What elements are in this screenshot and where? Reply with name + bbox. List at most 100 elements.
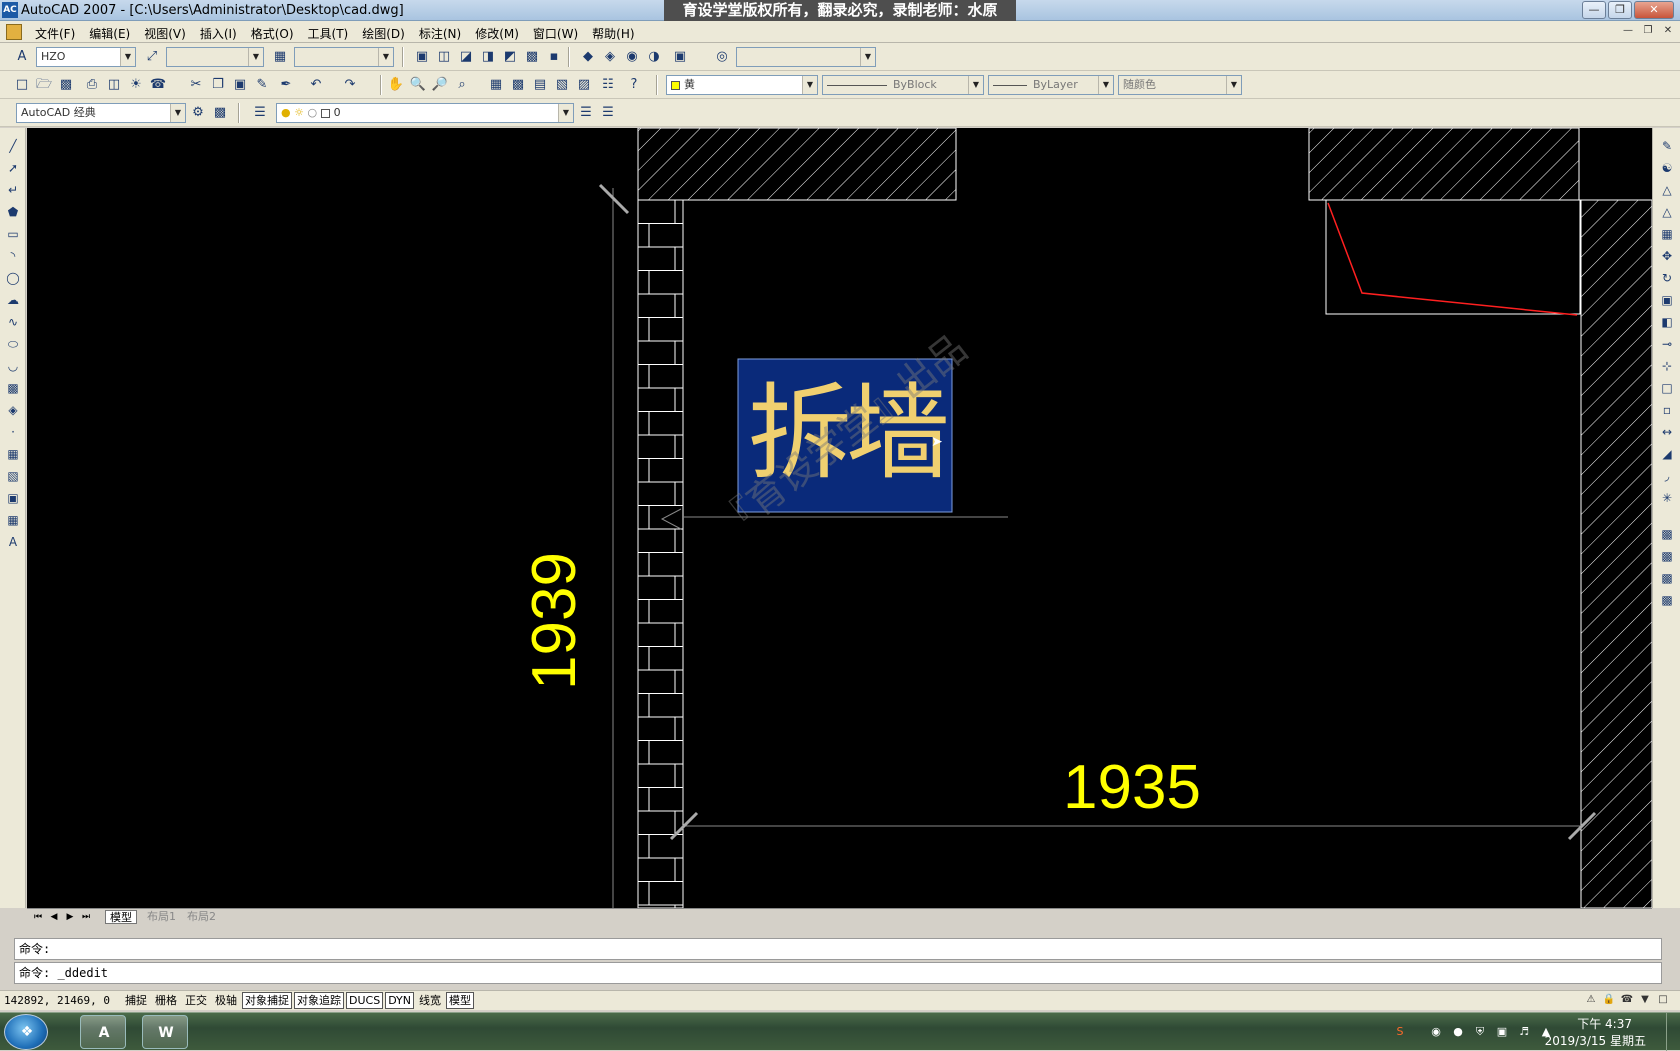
clean-screen-icon[interactable]: □ <box>1656 993 1670 1007</box>
erase-icon[interactable]: ✎ <box>1657 136 1677 156</box>
undo-icon[interactable]: ↶ <box>306 75 326 95</box>
menu-dimension[interactable]: 标注(N) <box>412 23 468 44</box>
table-icon[interactable]: ▦ <box>3 510 23 530</box>
point-icon[interactable]: · <box>3 422 23 442</box>
print-icon[interactable]: ⎙ <box>82 75 102 95</box>
first-tab-icon[interactable]: ⏮ <box>31 911 45 923</box>
sogou-input-icon[interactable]: S <box>1392 1024 1408 1040</box>
copy-icon[interactable]: ❐ <box>208 75 228 95</box>
restore-button[interactable]: ❐ <box>1608 1 1632 19</box>
design-center-icon[interactable]: ▩ <box>508 75 528 95</box>
pan-icon[interactable]: ✋ <box>386 75 406 95</box>
menu-tools[interactable]: 工具(T) <box>301 23 356 44</box>
document-icon[interactable] <box>6 24 22 40</box>
ellipse-icon[interactable]: ⬭ <box>3 334 23 354</box>
ellipse-arc-icon[interactable]: ◡ <box>3 356 23 376</box>
arc-icon[interactable]: ◝ <box>3 246 23 266</box>
break-at-point-icon[interactable]: □ <box>1657 378 1677 398</box>
make-block-icon[interactable]: ◈ <box>3 400 23 420</box>
lineweight-combo[interactable]: ByLayer ▼ <box>988 75 1114 95</box>
array-icon[interactable]: ▦ <box>1657 224 1677 244</box>
publish-icon[interactable]: ☀ <box>126 75 146 95</box>
menu-edit[interactable]: 编辑(E) <box>82 23 137 44</box>
workspace-settings-icon[interactable]: ⚙ <box>188 103 208 123</box>
menu-insert[interactable]: 插入(I) <box>193 23 244 44</box>
cut-icon[interactable]: ✂ <box>186 75 206 95</box>
show-desktop-button[interactable] <box>1666 1013 1680 1051</box>
coordinate-readout[interactable]: 142892, 21469, 0 <box>4 993 114 1009</box>
osnap-toggle[interactable]: 对象捕捉 <box>242 992 292 1009</box>
dim-style-icon[interactable]: ⤢ <box>142 47 162 67</box>
tab-layout2[interactable]: 布局2 <box>183 910 220 924</box>
tool-palettes-icon[interactable]: ▤ <box>530 75 550 95</box>
doc-minimize-button[interactable]: — <box>1620 24 1636 38</box>
network-icon[interactable]: ▣ <box>1494 1024 1510 1040</box>
make-current-layer-icon[interactable]: ☰ <box>576 103 596 123</box>
print-preview-icon[interactable]: ◫ <box>104 75 124 95</box>
doc-close-button[interactable]: ✕ <box>1660 24 1676 38</box>
revision-cloud-icon[interactable]: ☁ <box>3 290 23 310</box>
dimension-vertical[interactable]: 1939 <box>520 551 590 691</box>
scale-icon[interactable]: ▣ <box>1657 290 1677 310</box>
menu-file[interactable]: 文件(F) <box>28 23 82 44</box>
send-back-icon[interactable]: ▩ <box>1657 568 1677 588</box>
text-style-icon[interactable]: A <box>12 47 32 67</box>
dyn-toggle[interactable]: DYN <box>385 992 415 1009</box>
zoom-realtime-icon[interactable]: 🔍 <box>408 75 428 95</box>
render-icon[interactable]: ◈ <box>600 47 620 67</box>
draw-order-icon[interactable]: ▩ <box>1657 524 1677 544</box>
break-icon[interactable]: ▫ <box>1657 400 1677 420</box>
taskbar-word[interactable]: W <box>142 1015 188 1049</box>
start-button[interactable]: ❖ <box>4 1014 48 1050</box>
menu-modify[interactable]: 修改(M) <box>468 23 526 44</box>
ortho-toggle[interactable]: 正交 <box>182 992 210 1009</box>
properties-icon[interactable]: ▦ <box>486 75 506 95</box>
lineweight-toggle[interactable]: 线宽 <box>416 992 444 1009</box>
zoom-window-icon[interactable]: 🔎 <box>430 75 450 95</box>
tab-model[interactable]: 模型 <box>105 910 137 924</box>
layer-combo[interactable]: ● ☼ ○ 0 ▼ <box>276 103 574 123</box>
mirror-icon[interactable]: △ <box>1657 180 1677 200</box>
view-iso2-icon[interactable]: ▩ <box>522 47 542 67</box>
polar-toggle[interactable]: 极轴 <box>212 992 240 1009</box>
camera-icon[interactable]: ▣ <box>670 47 690 67</box>
linetype-combo[interactable]: ByBlock ▼ <box>822 75 984 95</box>
lock-toolbar-icon[interactable]: 🔒 <box>1602 993 1616 1007</box>
light-icon[interactable]: ◑ <box>644 47 664 67</box>
otrack-toggle[interactable]: 对象追踪 <box>294 992 344 1009</box>
material-icon[interactable]: ◉ <box>622 47 642 67</box>
view-iso3-icon[interactable]: ▪ <box>544 47 564 67</box>
match-properties-icon[interactable]: ✎ <box>252 75 272 95</box>
status-menu-icon[interactable]: ▼ <box>1638 993 1652 1007</box>
color-combo[interactable]: 黄 ▼ <box>666 75 818 95</box>
taskbar-autocad[interactable]: A <box>80 1015 126 1049</box>
menu-view[interactable]: 视图(V) <box>137 23 193 44</box>
next-tab-icon[interactable]: ▶ <box>63 911 77 923</box>
region-icon[interactable]: ▣ <box>3 488 23 508</box>
line-icon[interactable]: ╱ <box>3 136 23 156</box>
named-view-combo[interactable]: ▼ <box>736 47 876 67</box>
prev-tab-icon[interactable]: ◀ <box>47 911 61 923</box>
minimize-button[interactable]: — <box>1582 1 1606 19</box>
block-editor-icon[interactable]: ✒ <box>276 75 296 95</box>
bring-front-icon[interactable]: ▩ <box>1657 546 1677 566</box>
command-input[interactable]: 命令: _ddedit <box>14 962 1662 984</box>
menu-draw[interactable]: 绘图(D) <box>355 23 412 44</box>
polyline-icon[interactable]: ↵ <box>3 180 23 200</box>
last-tab-icon[interactable]: ⏭ <box>79 911 93 923</box>
extend-icon[interactable]: ⊹ <box>1657 356 1677 376</box>
view-iso-icon[interactable]: ◩ <box>500 47 520 67</box>
polygon-icon[interactable]: ⬟ <box>3 202 23 222</box>
view-front-icon[interactable]: ◫ <box>434 47 454 67</box>
wechat-icon[interactable]: ● <box>1450 1024 1466 1040</box>
move-icon[interactable]: ✥ <box>1657 246 1677 266</box>
help-icon[interactable]: ? <box>624 75 644 95</box>
zoom-previous-icon[interactable]: ⌕ <box>452 75 472 95</box>
close-button[interactable]: ✕ <box>1634 1 1674 19</box>
shade-icon[interactable]: ◆ <box>578 47 598 67</box>
explode-icon[interactable]: ✳ <box>1657 488 1677 508</box>
sheet-set-icon[interactable]: ▧ <box>552 75 572 95</box>
trim-icon[interactable]: ⊸ <box>1657 334 1677 354</box>
plotstyle-combo[interactable]: 随颜色 ▼ <box>1118 75 1242 95</box>
dim-style-combo[interactable]: ▼ <box>166 47 264 67</box>
